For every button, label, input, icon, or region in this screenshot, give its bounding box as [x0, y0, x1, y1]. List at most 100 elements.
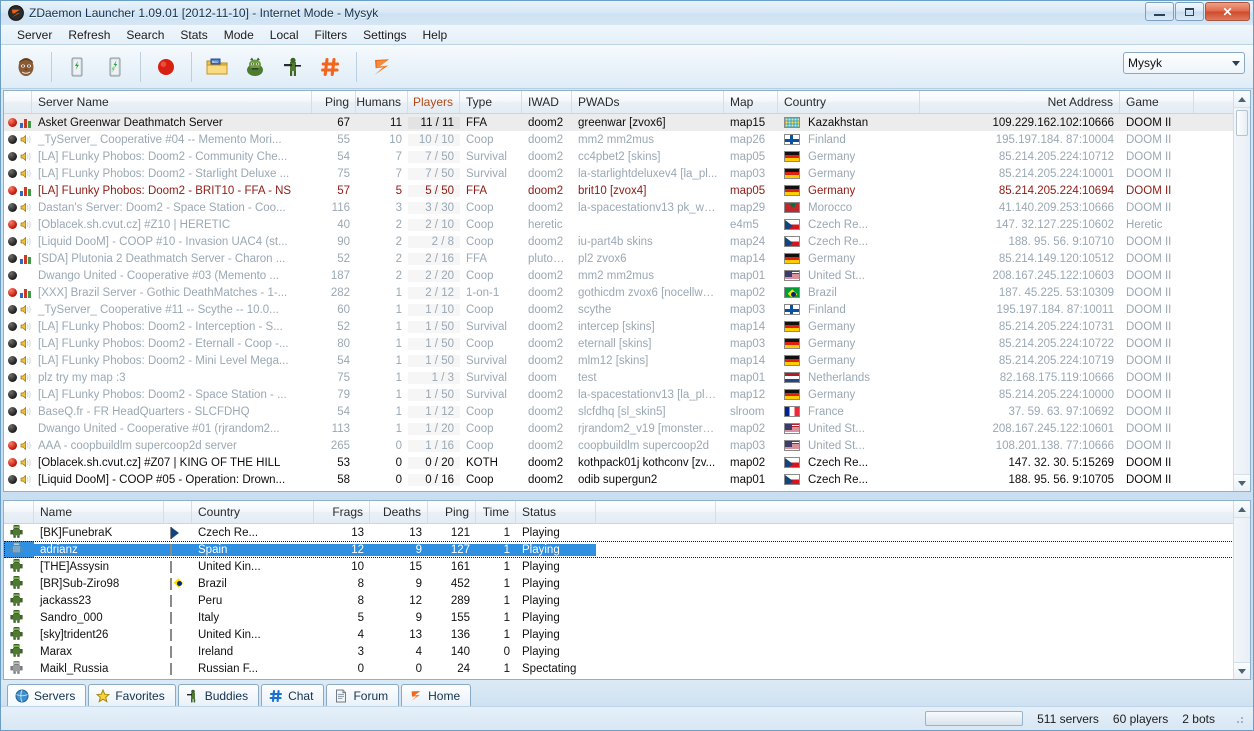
server-refresh-icon[interactable]	[99, 51, 131, 83]
tab-forum[interactable]: Forum	[326, 684, 400, 706]
column-header-frags[interactable]: Frags	[314, 501, 370, 523]
server-row[interactable]: Dastan's Server: Doom2 - Space Station -…	[4, 199, 1250, 216]
tab-home[interactable]: Home	[401, 684, 472, 706]
column-header-ping[interactable]: Ping	[312, 91, 356, 113]
column-header-game[interactable]: Game	[1120, 91, 1194, 113]
column-header-type[interactable]: Type	[460, 91, 522, 113]
tab-servers[interactable]: Servers	[7, 684, 87, 706]
player-row[interactable]: [BR]Sub-Ziro98 Brazil 8 9 452 1 Playing	[4, 575, 1250, 592]
column-header-status[interactable]: Status	[516, 501, 596, 523]
column-header-icons[interactable]	[4, 91, 32, 113]
column-header-avatar[interactable]	[4, 501, 34, 523]
cell-type: Survival	[466, 371, 507, 384]
column-header-players[interactable]: Players	[408, 91, 460, 113]
player-list-scrollbar[interactable]	[1233, 501, 1250, 679]
server-row[interactable]: [LA] FLunky Phobos: Doom2 - BRIT10 - FFA…	[4, 182, 1250, 199]
cell-status: Playing	[522, 628, 560, 641]
server-row[interactable]: Dwango United - Cooperative #01 (rjrando…	[4, 420, 1250, 437]
server-row[interactable]: [LA] FLunky Phobos: Doom2 - Space Statio…	[4, 386, 1250, 403]
server-row[interactable]: [Liquid DooM] - COOP #05 - Operation: Dr…	[4, 471, 1250, 488]
tab-chat[interactable]: Chat	[261, 684, 325, 706]
server-row[interactable]: [LA] FLunky Phobos: Doom2 - Mini Level M…	[4, 352, 1250, 369]
column-header-pad[interactable]	[596, 501, 716, 523]
column-header-humans[interactable]: Humans	[356, 91, 408, 113]
monster-icon[interactable]	[239, 51, 271, 83]
server-row[interactable]: [XXX] Brazil Server - Gothic DeathMatche…	[4, 284, 1250, 301]
server-row[interactable]: BaseQ.fr - FR HeadQuarters - SLCFDHQ 54 1 1…	[4, 403, 1250, 420]
player-row[interactable]: jackass23 Peru 8 12 289 1 Playing	[4, 592, 1250, 609]
menu-filters[interactable]: Filters	[306, 26, 355, 44]
column-header-country[interactable]: Country	[778, 91, 920, 113]
column-header-country[interactable]: Country	[192, 501, 314, 523]
menu-server[interactable]: Server	[9, 26, 60, 44]
menu-stats[interactable]: Stats	[172, 26, 215, 44]
column-header-map[interactable]: Map	[724, 91, 778, 113]
stop-icon[interactable]	[150, 51, 182, 83]
server-row[interactable]: _TyServer_ Cooperative #04 -- Memento Mo…	[4, 131, 1250, 148]
close-button[interactable]: ✕	[1205, 2, 1250, 21]
player-row[interactable]: adrianz Spain 12 9 127 1 Playing	[4, 541, 1250, 558]
column-header-pwads[interactable]: PWADs	[572, 91, 724, 113]
hash-chat-icon[interactable]	[315, 51, 347, 83]
pane-splitter[interactable]	[3, 493, 1251, 499]
server-row[interactable]: plz try my map :3 75 1 1 / 3 Survival doom tes…	[4, 369, 1250, 386]
server-row[interactable]: AAA - coopbuildlm supercoop2d server 265 0…	[4, 437, 1250, 454]
server-row[interactable]: [LA] FLunky Phobos: Doom2 - Community Ch…	[4, 148, 1250, 165]
doom-face-icon[interactable]	[10, 51, 42, 83]
player-row[interactable]: [THE]Assysin United Kin... 10 15 161 1 Playing	[4, 558, 1250, 575]
server-list-scrollbar[interactable]	[1233, 91, 1250, 491]
folder-wads-icon[interactable]: WAD	[201, 51, 233, 83]
column-header-iwad[interactable]: IWAD	[522, 91, 572, 113]
scrollbar-thumb[interactable]	[1236, 110, 1248, 136]
cell-country: Brazil	[198, 577, 227, 590]
player-row[interactable]: Maikl_Russia Russian F... 0 0 24 1 Spectating	[4, 660, 1250, 677]
menu-search[interactable]: Search	[118, 26, 172, 44]
column-header-name[interactable]: Name	[34, 501, 164, 523]
column-header-net[interactable]: Net Address	[920, 91, 1120, 113]
menu-local[interactable]: Local	[262, 26, 307, 44]
scroll-down-button[interactable]	[1234, 474, 1250, 491]
minimize-button[interactable]	[1145, 2, 1174, 21]
menu-mode[interactable]: Mode	[216, 26, 262, 44]
cell-ping: 53	[337, 456, 350, 469]
scroll-up-button[interactable]	[1234, 501, 1250, 518]
server-row[interactable]: Asket Greenwar Deathmatch Server 67 11 11 /…	[4, 114, 1250, 131]
menu-refresh[interactable]: Refresh	[60, 26, 118, 44]
server-list-body[interactable]: Asket Greenwar Deathmatch Server 67 11 11 /…	[4, 114, 1250, 491]
player-row[interactable]: [BK]FunebraK Czech Re... 13 13 121 1 Playing	[4, 524, 1250, 541]
menu-help[interactable]: Help	[415, 26, 456, 44]
server-row[interactable]: [SDA] Plutonia 2 Deathmatch Server - Cha…	[4, 250, 1250, 267]
column-header-name[interactable]: Server Name	[32, 91, 312, 113]
maximize-button[interactable]	[1175, 2, 1204, 21]
column-header-time[interactable]: Time	[476, 501, 516, 523]
server-row[interactable]: [LA] FLunky Phobos: Doom2 - Starlight De…	[4, 165, 1250, 182]
cell-humans: 1	[395, 422, 402, 435]
server-launch-icon[interactable]	[61, 51, 93, 83]
cell-ping: 282	[330, 286, 350, 299]
menu-settings[interactable]: Settings	[355, 26, 414, 44]
marine-icon[interactable]	[277, 51, 309, 83]
profile-combo[interactable]: Mysyk	[1123, 52, 1245, 74]
server-row[interactable]: _TyServer_ Cooperative #11 -- Scythe -- …	[4, 301, 1250, 318]
player-list-body[interactable]: [BK]FunebraK Czech Re... 13 13 121 1 Playing ad…	[4, 524, 1250, 679]
cell-icons	[4, 321, 32, 332]
speaker-icon	[20, 236, 32, 247]
server-row[interactable]: [Oblacek.sh.cvut.cz] #Z07 | KING OF THE …	[4, 454, 1250, 471]
tab-buddies[interactable]: Buddies	[177, 684, 260, 706]
server-row[interactable]: [LA] FLunky Phobos: Doom2 - Interception…	[4, 318, 1250, 335]
resize-grip[interactable]	[1233, 712, 1245, 725]
column-header-flag[interactable]	[164, 501, 192, 523]
server-row[interactable]: [LA] FLunky Phobos: Doom2 - Eternall - C…	[4, 335, 1250, 352]
scroll-down-button[interactable]	[1234, 662, 1250, 679]
scroll-up-button[interactable]	[1234, 91, 1250, 108]
server-row[interactable]: Dwango United - Cooperative #03 (Memento…	[4, 267, 1250, 284]
player-row[interactable]: Marax Ireland 3 4 140 0 Playing	[4, 643, 1250, 660]
column-header-deaths[interactable]: Deaths	[370, 501, 428, 523]
column-header-ping[interactable]: Ping	[428, 501, 476, 523]
zdaemon-z-icon[interactable]	[366, 51, 398, 83]
player-row[interactable]: Sandro_000 Italy 5 9 155 1 Playing	[4, 609, 1250, 626]
player-row[interactable]: [sky]trident26 United Kin... 4 13 136 1 Playin…	[4, 626, 1250, 643]
server-row[interactable]: [Liquid DooM] - COOP #10 - Invasion UAC4…	[4, 233, 1250, 250]
tab-favorites[interactable]: Favorites	[88, 684, 176, 706]
server-row[interactable]: [Oblacek.sh.cvut.cz] #Z10 | HERETIC 40 2 2 …	[4, 216, 1250, 233]
